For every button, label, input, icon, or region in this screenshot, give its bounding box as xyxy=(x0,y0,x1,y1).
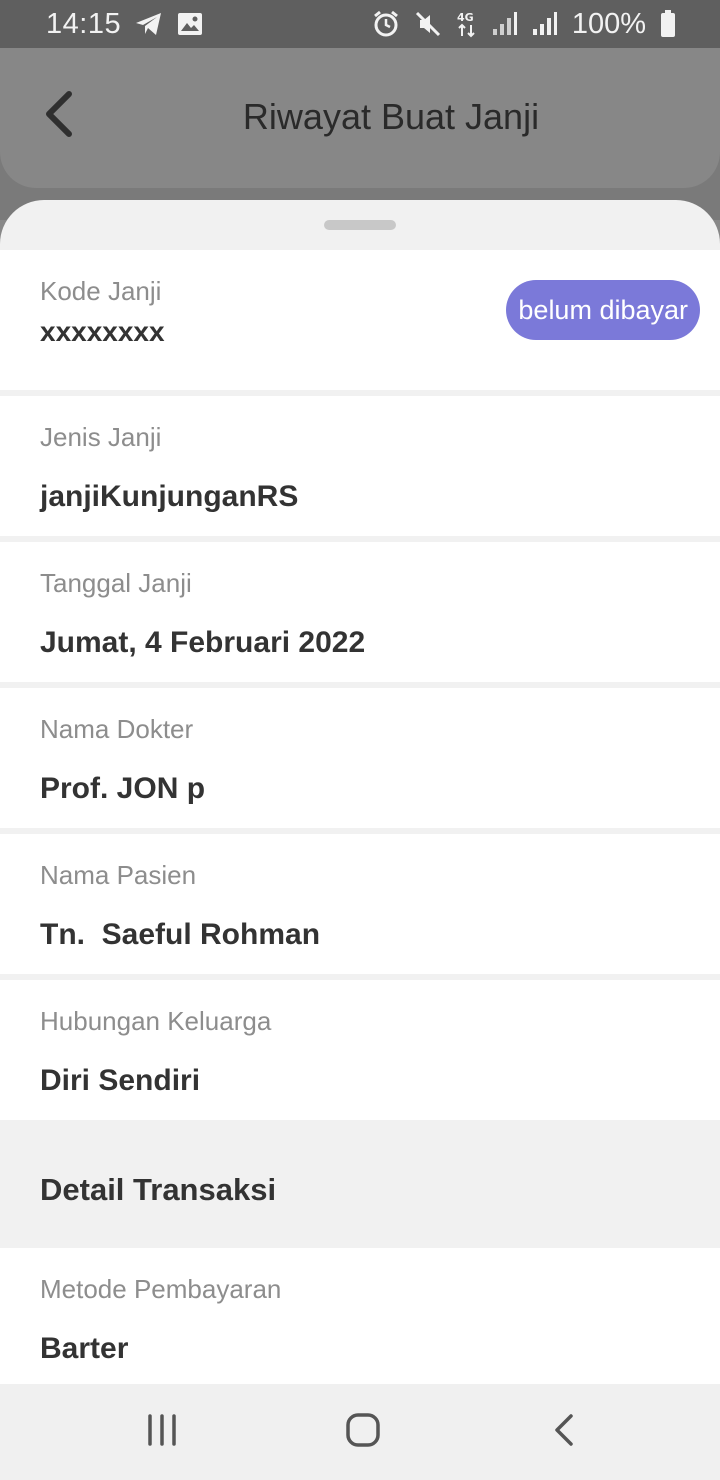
status-bar: 14:15 4G 100% xyxy=(0,0,720,48)
payment-method-label: Metode Pembayaran xyxy=(40,1274,282,1304)
gallery-icon xyxy=(177,12,203,36)
payment-method-value: Barter xyxy=(40,1332,129,1365)
alarm-icon xyxy=(372,10,400,38)
appointment-code-label: Kode Janji xyxy=(40,276,162,306)
drag-handle[interactable] xyxy=(324,220,396,230)
doctor-name-value: Prof. JON p xyxy=(40,772,206,805)
appointment-type-row: Jenis Janji janjiKunjunganRS xyxy=(0,396,720,536)
recent-apps-button[interactable] xyxy=(132,1402,192,1462)
appointment-type-value: janjiKunjunganRS xyxy=(40,480,299,513)
transaction-section-title: Detail Transaksi xyxy=(40,1172,277,1207)
signal-icon xyxy=(532,11,558,37)
patient-name-value: Tn. Saeful Rohman xyxy=(40,918,321,951)
telegram-icon xyxy=(135,11,163,37)
page-title: Riwayat Buat Janji xyxy=(242,96,540,137)
appointment-detail-sheet[interactable]: Kode Janji xxxxxxxx belum dibayar Jenis … xyxy=(0,200,720,1384)
battery-percentage: 100% xyxy=(571,7,646,40)
doctor-name-label: Nama Dokter xyxy=(40,714,194,744)
4g-icon: 4G xyxy=(456,10,478,38)
mute-icon xyxy=(414,10,442,38)
appointment-code-row: Kode Janji xxxxxxxx belum dibayar xyxy=(0,250,720,390)
patient-name-label: Nama Pasien xyxy=(40,860,197,890)
battery-icon xyxy=(660,10,676,38)
transaction-section-header: Detail Transaksi xyxy=(0,1120,720,1248)
system-nav-bar xyxy=(0,1384,720,1480)
appointment-date-label: Tanggal Janji xyxy=(40,568,192,598)
patient-name-row: Nama Pasien Tn. Saeful Rohman xyxy=(0,834,720,974)
doctor-name-row: Nama Dokter Prof. JON p xyxy=(0,688,720,828)
recent-apps-icon xyxy=(145,1413,179,1451)
svg-text:4G: 4G xyxy=(457,11,474,24)
appointment-date-value: Jumat, 4 Februari 2022 xyxy=(40,626,366,659)
family-relation-value: Diri Sendiri xyxy=(40,1064,201,1097)
home-icon xyxy=(345,1412,381,1453)
app-header: Riwayat Buat Janji xyxy=(0,48,720,188)
family-relation-label: Hubungan Keluarga xyxy=(40,1006,272,1036)
payment-status-badge: belum dibayar xyxy=(506,280,700,340)
status-bar-left: 14:15 xyxy=(46,8,203,41)
appointment-type-label: Jenis Janji xyxy=(40,422,162,452)
home-button[interactable] xyxy=(333,1402,393,1462)
status-bar-right: 4G 100% xyxy=(372,8,676,41)
appointment-date-row: Tanggal Janji Jumat, 4 Februari 2022 xyxy=(0,542,720,682)
payment-method-row: Metode Pembayaran Barter xyxy=(0,1248,720,1384)
appointment-code-value: xxxxxxxx xyxy=(40,316,165,347)
back-icon xyxy=(552,1413,576,1452)
system-back-button[interactable] xyxy=(534,1402,594,1462)
family-relation-row: Hubungan Keluarga Diri Sendiri xyxy=(0,980,720,1120)
signal-icon xyxy=(492,11,518,37)
status-time: 14:15 xyxy=(46,7,122,40)
